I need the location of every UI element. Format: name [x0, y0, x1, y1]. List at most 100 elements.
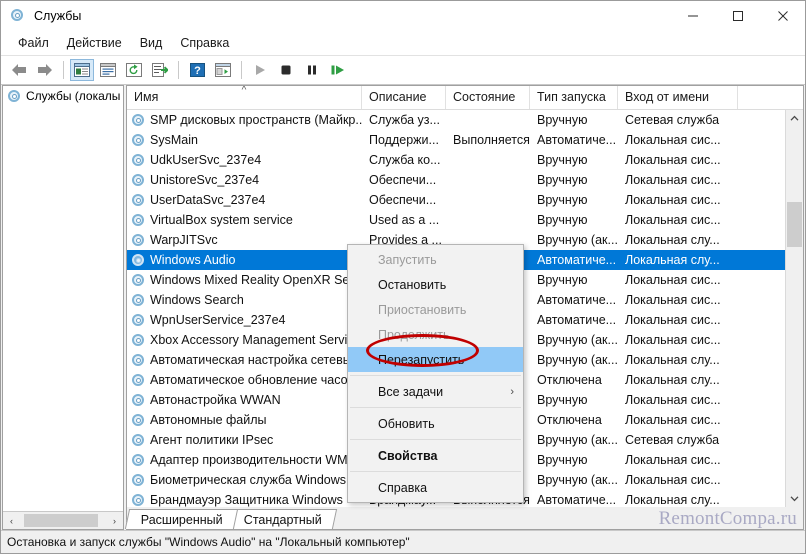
cell-name: Автоматическая настройка сетевы — [127, 353, 362, 367]
service-name-label: VirtualBox system service — [150, 213, 293, 227]
cell-startup: Вручную — [530, 213, 618, 227]
context-menu-separator — [350, 407, 521, 408]
hscroll-left-arrow-icon[interactable]: ‹ — [3, 513, 20, 528]
cell-startup: Автоматиче... — [530, 253, 618, 267]
title-bar-left: Службы — [1, 8, 81, 24]
column-header-1[interactable]: Описание — [362, 86, 446, 109]
tree-body: Службы (локалы — [3, 86, 123, 511]
cell-startup: Вручную — [530, 153, 618, 167]
cell-logon: Локальная сис... — [618, 313, 738, 327]
table-row[interactable]: UserDataSvc_237e4Обеспечи...ВручнуюЛокал… — [127, 190, 785, 210]
service-name-label: UserDataSvc_237e4 — [150, 193, 265, 207]
view-window-icon[interactable] — [211, 59, 235, 81]
menu-view[interactable]: Вид — [131, 33, 172, 53]
watermark: RemontCompa.ru — [659, 508, 797, 530]
refresh-icon[interactable] — [122, 59, 146, 81]
cell-status: Выполняется — [446, 133, 530, 147]
column-header-0[interactable]: Имя^ — [127, 86, 362, 109]
cell-logon: Локальная сис... — [618, 293, 738, 307]
service-name-label: SMP дисковых пространств (Майкр... — [150, 113, 362, 127]
menu-file[interactable]: Файл — [9, 33, 58, 53]
cell-logon: Сетевая служба — [618, 113, 738, 127]
service-gear-icon — [131, 373, 145, 387]
menu-help[interactable]: Справка — [171, 33, 238, 53]
service-gear-icon — [131, 133, 145, 147]
table-row[interactable]: SysMainПоддержи...ВыполняетсяАвтоматиче.… — [127, 130, 785, 150]
pause-service-icon[interactable] — [300, 59, 324, 81]
context-menu-item[interactable]: Обновить — [348, 411, 523, 436]
cell-logon: Сетевая служба — [618, 433, 738, 447]
forward-arrow-icon[interactable] — [33, 59, 57, 81]
context-menu-item-label: Обновить — [378, 417, 435, 431]
cell-startup: Автоматиче... — [530, 313, 618, 327]
table-row[interactable]: UnistoreSvc_237e4Обеспечи...ВручнуюЛокал… — [127, 170, 785, 190]
column-header-label: Имя — [134, 90, 158, 104]
cell-logon: Локальная слу... — [618, 253, 738, 267]
toolbar-separator — [178, 61, 179, 79]
cell-logon: Локальная сис... — [618, 173, 738, 187]
tree-horizontal-scrollbar[interactable]: ‹ › — [3, 511, 123, 529]
minimize-icon[interactable] — [670, 1, 715, 31]
column-header-4[interactable]: Вход от имени — [618, 86, 738, 109]
cell-startup: Автоматиче... — [530, 493, 618, 507]
context-menu-item[interactable]: Перезапустить — [348, 347, 523, 372]
hscroll-thumb[interactable] — [24, 514, 98, 527]
show-hide-tree-icon[interactable] — [70, 59, 94, 81]
help-icon[interactable]: ? — [185, 59, 209, 81]
cell-logon: Локальная сис... — [618, 413, 738, 427]
tab-standard[interactable]: Стандартный — [228, 509, 337, 529]
cell-name: SysMain — [127, 133, 362, 147]
context-menu-separator — [350, 375, 521, 376]
toolbar: ? — [1, 56, 805, 85]
properties-icon[interactable] — [96, 59, 120, 81]
stop-service-icon[interactable] — [274, 59, 298, 81]
window-title: Службы — [34, 9, 81, 23]
column-header-2[interactable]: Состояние — [446, 86, 530, 109]
maximize-icon[interactable] — [715, 1, 760, 31]
vscroll-down-arrow-icon[interactable] — [786, 490, 803, 507]
restart-service-icon[interactable] — [326, 59, 350, 81]
export-list-icon[interactable] — [148, 59, 172, 81]
tree-node-services-local[interactable]: Службы (локалы — [3, 86, 123, 106]
vertical-scrollbar[interactable] — [785, 110, 803, 507]
cell-name: Автонастройка WWAN — [127, 393, 362, 407]
column-header-label: Вход от имени — [625, 90, 709, 104]
tab-advanced[interactable]: Расширенный — [125, 509, 238, 529]
table-row[interactable]: SMP дисковых пространств (Майкр...Служба… — [127, 110, 785, 130]
cell-name: SMP дисковых пространств (Майкр... — [127, 113, 362, 127]
back-arrow-icon[interactable] — [7, 59, 31, 81]
service-name-label: Агент политики IPsec — [150, 433, 273, 447]
table-row[interactable]: VirtualBox system serviceUsed as a ...Вр… — [127, 210, 785, 230]
cell-name: Windows Search — [127, 293, 362, 307]
cell-logon: Локальная слу... — [618, 233, 738, 247]
context-menu-item-label: Приостановить — [378, 303, 466, 317]
service-gear-icon — [131, 153, 145, 167]
context-menu-item-label: Справка — [378, 481, 427, 495]
cell-description: Поддержи... — [362, 133, 446, 147]
service-name-label: WarpJITSvc — [150, 233, 218, 247]
service-gear-icon — [131, 473, 145, 487]
service-gear-icon — [131, 233, 145, 247]
vscroll-thumb[interactable] — [787, 202, 802, 247]
hscroll-right-arrow-icon[interactable]: › — [106, 513, 123, 528]
cell-name: VirtualBox system service — [127, 213, 362, 227]
context-menu-item[interactable]: Все задачи› — [348, 379, 523, 404]
close-icon[interactable] — [760, 1, 805, 31]
context-menu-item-label: Свойства — [378, 449, 437, 463]
vscroll-up-arrow-icon[interactable] — [786, 110, 803, 127]
cell-name: Windows Audio — [127, 253, 362, 267]
table-row[interactable]: UdkUserSvc_237e4Служба ко...ВручнуюЛокал… — [127, 150, 785, 170]
menu-action[interactable]: Действие — [58, 33, 131, 53]
cell-logon: Локальная слу... — [618, 493, 738, 507]
context-menu-item[interactable]: Свойства — [348, 443, 523, 468]
cell-name: Биометрическая служба Windows — [127, 473, 362, 487]
cell-logon: Локальная сис... — [618, 453, 738, 467]
hscroll-track[interactable] — [20, 513, 106, 528]
context-menu-item[interactable]: Справка — [348, 475, 523, 500]
context-menu-item[interactable]: Остановить — [348, 272, 523, 297]
context-menu-separator — [350, 439, 521, 440]
services-gear-icon — [10, 8, 26, 24]
column-header-3[interactable]: Тип запуска — [530, 86, 618, 109]
cell-description: Служба уз... — [362, 113, 446, 127]
vscroll-track[interactable] — [786, 127, 803, 490]
